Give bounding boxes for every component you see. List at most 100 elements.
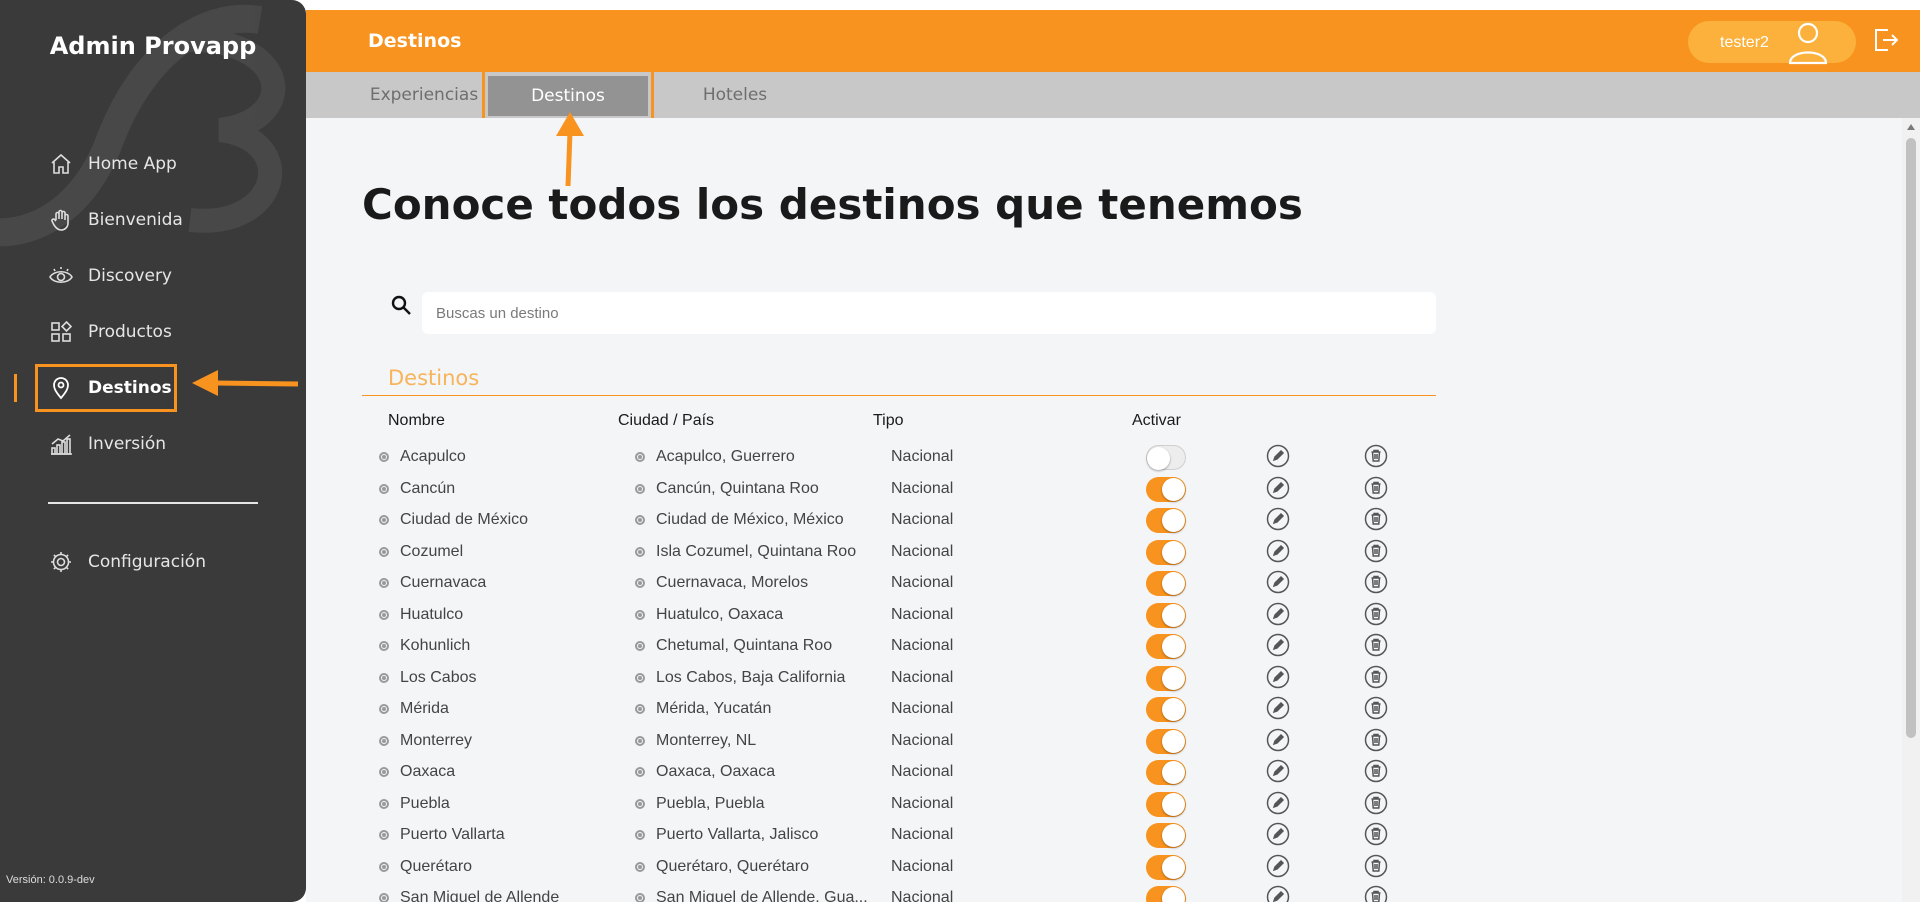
logout-icon[interactable] — [1872, 26, 1900, 59]
sidebar-item-bienvenida[interactable]: Bienvenida — [0, 192, 306, 248]
bullet-icon — [379, 609, 389, 620]
bullet-icon — [635, 830, 645, 840]
table-row: Cozumel Isla Cozumel, Quintana Roo Naciona… — [306, 535, 1902, 567]
activate-toggle[interactable] — [1146, 508, 1186, 533]
version-label: Versión: 0.0.9-dev — [6, 874, 95, 886]
delete-trash-icon[interactable] — [1364, 602, 1388, 626]
search-input[interactable] — [422, 292, 1436, 334]
delete-trash-icon[interactable] — [1364, 696, 1388, 720]
delete-trash-icon[interactable] — [1364, 507, 1388, 531]
edit-pencil-icon[interactable] — [1266, 633, 1290, 657]
activate-toggle[interactable] — [1146, 571, 1186, 596]
edit-pencil-icon[interactable] — [1266, 539, 1290, 563]
destination-location: Huatulco, Oaxaca — [656, 605, 784, 623]
column-header-name: Nombre — [388, 412, 445, 429]
edit-pencil-icon[interactable] — [1266, 570, 1290, 594]
edit-pencil-icon[interactable] — [1266, 444, 1290, 468]
activate-toggle[interactable] — [1146, 791, 1186, 817]
edit-pencil-icon[interactable] — [1266, 728, 1290, 752]
sidebar-item-configuracion[interactable]: Configuración — [0, 534, 306, 590]
delete-trash-icon[interactable] — [1364, 539, 1388, 563]
edit-pencil-icon[interactable] — [1266, 822, 1290, 846]
sidebar-item-label: Home App — [88, 154, 177, 174]
edit-pencil-icon[interactable] — [1266, 885, 1290, 902]
activate-toggle[interactable] — [1146, 634, 1186, 659]
page-scrollbar[interactable] — [1902, 118, 1920, 902]
activate-toggle[interactable] — [1146, 823, 1186, 848]
delete-trash-icon[interactable] — [1364, 476, 1388, 500]
edit-pencil-icon[interactable] — [1266, 602, 1290, 626]
tab-experiencias[interactable]: Experiencias — [354, 72, 494, 118]
delete-trash-icon[interactable] — [1364, 791, 1388, 815]
bullet-icon — [635, 515, 645, 525]
scroll-up-icon[interactable] — [1907, 124, 1915, 130]
activate-toggle[interactable] — [1146, 728, 1186, 754]
destination-type: Nacional — [891, 794, 954, 812]
delete-trash-icon[interactable] — [1364, 759, 1388, 783]
bullet-icon — [635, 546, 645, 557]
bullet-icon — [379, 798, 389, 809]
delete-trash-icon[interactable] — [1364, 854, 1388, 878]
sidebar-item-discovery[interactable]: Discovery — [0, 248, 306, 304]
sidebar-divider — [48, 502, 258, 504]
edit-pencil-icon[interactable] — [1266, 476, 1290, 500]
section-title: Destinos — [388, 366, 480, 390]
main-content: Conoce todos los destinos que tenemos De… — [306, 118, 1902, 902]
delete-trash-icon[interactable] — [1364, 633, 1388, 657]
delete-trash-icon[interactable] — [1364, 822, 1388, 846]
toggle-knob — [1147, 447, 1170, 470]
sidebar-item-inversion[interactable]: Inversión — [0, 416, 306, 472]
bar-chart-icon — [48, 431, 74, 457]
edit-pencil-icon[interactable] — [1266, 507, 1290, 531]
brand-title: Admin Provapp — [49, 32, 257, 60]
scroll-thumb[interactable] — [1906, 138, 1916, 738]
delete-trash-icon[interactable] — [1364, 570, 1388, 594]
delete-trash-icon[interactable] — [1364, 728, 1388, 752]
delete-trash-icon[interactable] — [1364, 665, 1388, 689]
destination-location: Ciudad de México, México — [656, 511, 844, 528]
eye-icon — [48, 263, 74, 289]
destination-location: Los Cabos, Baja California — [656, 668, 846, 686]
table-row: Mérida Mérida, Yucatán Nacional — [306, 692, 1902, 724]
destination-location: Querétaro, Querétaro — [656, 857, 809, 875]
sidebar-item-productos[interactable]: Productos — [0, 304, 306, 360]
destination-type: Nacional — [891, 479, 954, 497]
destination-name: Puebla — [400, 794, 450, 812]
activate-toggle[interactable] — [1146, 697, 1186, 722]
bullet-icon — [635, 735, 645, 746]
bullet-icon — [635, 798, 645, 809]
destination-location: Acapulco, Guerrero — [656, 448, 795, 465]
edit-pencil-icon[interactable] — [1266, 854, 1290, 878]
bullet-icon — [379, 735, 389, 746]
page-header-title: Destinos — [368, 30, 462, 52]
page-title: Conoce todos los destinos que tenemos — [362, 180, 1303, 229]
edit-pencil-icon[interactable] — [1266, 696, 1290, 720]
edit-pencil-icon[interactable] — [1266, 791, 1290, 815]
edit-pencil-icon[interactable] — [1266, 759, 1290, 783]
delete-trash-icon[interactable] — [1364, 444, 1388, 468]
activate-toggle[interactable] — [1146, 886, 1186, 902]
activate-toggle[interactable] — [1146, 665, 1186, 691]
activate-toggle[interactable] — [1146, 476, 1186, 502]
edit-pencil-icon[interactable] — [1266, 665, 1290, 689]
destination-type: Nacional — [891, 731, 954, 749]
toggle-knob — [1162, 761, 1185, 784]
destination-name: San Miguel de Allende — [400, 889, 560, 902]
activate-toggle[interactable] — [1146, 854, 1186, 880]
toggle-knob — [1162, 698, 1185, 721]
sidebar-item-home-app[interactable]: Home App — [0, 136, 306, 192]
activate-toggle[interactable] — [1146, 539, 1186, 565]
destination-location: Monterrey, NL — [656, 731, 757, 749]
destination-type: Nacional — [891, 574, 954, 591]
table-row: Cancún Cancún, Quintana Roo Nacional — [306, 472, 1902, 504]
activate-toggle[interactable] — [1146, 602, 1186, 628]
destination-type: Nacional — [891, 857, 954, 875]
user-menu[interactable]: tester2 — [1688, 21, 1856, 65]
delete-trash-icon[interactable] — [1364, 885, 1388, 902]
tab-hoteles[interactable]: Hoteles — [660, 72, 810, 118]
bullet-icon — [379, 578, 389, 588]
activate-toggle[interactable] — [1146, 445, 1186, 470]
sidebar-item-destinos[interactable]: Destinos — [0, 360, 306, 416]
toggle-knob — [1162, 540, 1185, 564]
activate-toggle[interactable] — [1146, 760, 1186, 785]
